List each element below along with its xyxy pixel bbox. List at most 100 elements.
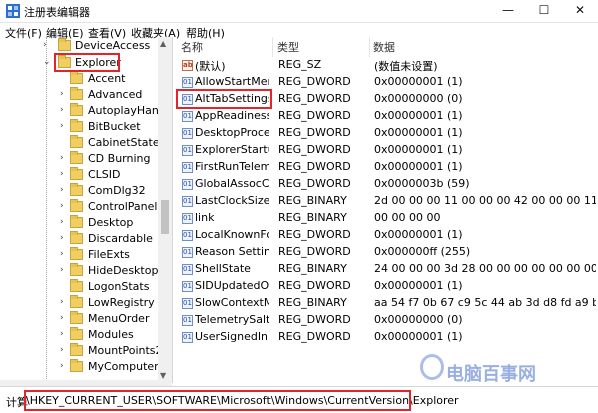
tree-item-cdburning[interactable]: › CD Burning: [0, 151, 158, 167]
expand-arrow-icon[interactable]: ›: [60, 105, 64, 115]
tree-item-fileexts[interactable]: › FileExts: [0, 247, 158, 263]
binary-value-icon: 01: [182, 196, 193, 207]
value-row[interactable]: 01ExplorerStartu... REG_DWORD 0x00000001 (…: [173, 142, 598, 159]
value-row[interactable]: 01FirstRunTelem... REG_DWORD 0x00000001 (1…: [173, 159, 598, 176]
expand-arrow-icon[interactable]: ›: [60, 313, 64, 323]
tree-item-autoplayhandlers[interactable]: › AutoplayHandle: [0, 103, 172, 119]
tree-item-deviceaccess[interactable]: › DeviceAccess: [0, 38, 158, 54]
value-row[interactable]: ab (默认) REG_SZ (数值未设置): [173, 57, 598, 74]
value-row[interactable]: 01SlowContextM... REG_BINARY aa 54 f7 0b 6…: [173, 295, 598, 312]
binary-value-icon: 01: [182, 77, 193, 88]
expand-arrow-icon[interactable]: ›: [60, 185, 64, 195]
tree-item-label: MyComputer: [88, 360, 159, 373]
close-button[interactable]: ✕: [562, 0, 598, 22]
value-name: FirstRunTelem...: [195, 160, 269, 173]
expand-arrow-icon[interactable]: ›: [60, 121, 64, 131]
value-row[interactable]: 01SIDUpdatedO... REG_DWORD 0x00000001 (1): [173, 278, 598, 295]
expand-arrow-icon[interactable]: ›: [60, 297, 64, 307]
tree-item-advanced[interactable]: › Advanced: [0, 87, 158, 103]
expand-arrow-icon[interactable]: ›: [60, 217, 64, 227]
tree-item-label: LowRegistry: [88, 296, 155, 309]
expand-arrow-icon[interactable]: ›: [60, 169, 64, 179]
tree-item-label: CLSID: [88, 168, 121, 181]
value-type: REG_DWORD: [278, 330, 351, 343]
column-separator[interactable]: [369, 37, 370, 57]
tree-item-label: CD Burning: [88, 152, 151, 165]
tree-item-clsid[interactable]: › CLSID: [0, 167, 158, 183]
path-highlight-box: [24, 390, 411, 411]
tree-item-logonstats[interactable]: LogonStats: [0, 279, 158, 295]
tree-item-mycomputer[interactable]: › MyComputer: [0, 359, 159, 375]
tree-item-hidedesktopicons[interactable]: › HideDesktopIc: [0, 263, 168, 279]
value-data: 0x00000000 (0): [374, 92, 463, 105]
value-type: REG_DWORD: [278, 160, 351, 173]
tree-item-label: HideDesktopIc: [88, 264, 168, 277]
value-name: GlobalAssocC...: [195, 177, 269, 190]
folder-icon: [70, 119, 83, 132]
value-row[interactable]: 01 link REG_BINARY 00 00 00 00: [173, 210, 598, 227]
binary-value-icon: 01: [182, 128, 193, 139]
watermark-logo-icon: [420, 354, 444, 380]
value-row[interactable]: 01Reason Setting REG_DWORD 0x000000ff (255…: [173, 244, 598, 261]
collapse-arrow-icon[interactable]: ⌄: [43, 57, 51, 67]
expand-arrow-icon[interactable]: ›: [60, 89, 64, 99]
title-bar: 注册表编辑器 — ☐ ✕: [0, 0, 598, 23]
value-row[interactable]: 01 LastClockSize REG_BINARY 2d 00 00 00 11 …: [173, 193, 598, 210]
expand-arrow-icon[interactable]: ›: [43, 40, 47, 50]
key-tree-pane[interactable]: › DeviceAccess ⌄ Explorer Accent › Advanc…: [0, 37, 173, 383]
expand-arrow-icon[interactable]: ›: [60, 345, 64, 355]
expand-arrow-icon[interactable]: ›: [60, 361, 64, 371]
value-row[interactable]: 01 ShellState REG_BINARY 24 00 00 00 3d 28 …: [173, 261, 598, 278]
value-row[interactable]: 01DesktopProcess REG_DWORD 0x00000001 (1): [173, 125, 598, 142]
expand-arrow-icon[interactable]: ›: [60, 233, 64, 243]
folder-icon: [70, 311, 83, 324]
maximize-button[interactable]: ☐: [526, 0, 562, 22]
value-row[interactable]: 01GlobalAssocC... REG_DWORD 0x0000003b (59…: [173, 176, 598, 193]
value-data: 24 00 00 00 3d 28 00 00 00 00 00 00 00 0…: [374, 262, 596, 275]
minimize-button[interactable]: —: [490, 0, 526, 22]
expand-arrow-icon[interactable]: ›: [60, 265, 64, 275]
column-header-type[interactable]: 类型: [277, 39, 299, 55]
tree-item-mountpoints2[interactable]: › MountPoints2: [0, 343, 163, 359]
expand-arrow-icon[interactable]: ›: [60, 329, 64, 339]
column-header-data[interactable]: 数据: [373, 39, 395, 55]
folder-icon: [70, 263, 83, 276]
tree-item-label: Discardable: [88, 232, 153, 245]
value-type: REG_DWORD: [278, 245, 351, 258]
tree-item-menuorder[interactable]: › MenuOrder: [0, 311, 158, 327]
scroll-down-arrow-icon[interactable]: ▼: [160, 371, 166, 380]
tree-item-accent[interactable]: Accent: [0, 71, 158, 87]
tree-scroll-thumb[interactable]: [161, 200, 169, 234]
column-header-name[interactable]: 名称: [181, 39, 203, 55]
tree-item-controlpanel[interactable]: › ControlPanel: [0, 199, 158, 215]
tree-item-lowregistry[interactable]: › LowRegistry: [0, 295, 158, 311]
expand-arrow-icon[interactable]: ›: [60, 249, 64, 259]
value-row[interactable]: 01AppReadiness... REG_DWORD 0x00000001 (1): [173, 108, 598, 125]
value-type: REG_DWORD: [278, 313, 351, 326]
value-type: REG_DWORD: [278, 92, 351, 105]
window-title: 注册表编辑器: [24, 6, 90, 19]
value-row[interactable]: 01 TelemetrySalt REG_DWORD 0x00000000 (0): [173, 312, 598, 329]
value-name: ExplorerStartu...: [195, 143, 269, 156]
scroll-up-arrow-icon[interactable]: ▲: [160, 39, 166, 48]
binary-value-icon: 01: [182, 247, 193, 258]
tree-item-discardable[interactable]: › Discardable: [0, 231, 158, 247]
expand-arrow-icon[interactable]: ›: [60, 201, 64, 211]
binary-value-icon: 01: [182, 281, 193, 292]
expand-arrow-icon[interactable]: ›: [60, 153, 64, 163]
tree-item-bitbucket[interactable]: › BitBucket: [0, 119, 158, 135]
value-name: SIDUpdatedO...: [195, 279, 269, 292]
column-separator[interactable]: [272, 37, 273, 57]
value-type: REG_BINARY: [278, 194, 347, 207]
tree-item-cabinetstate[interactable]: CabinetState: [0, 135, 160, 151]
tree-item-modules[interactable]: › Modules: [0, 327, 158, 343]
value-row[interactable]: 01 UserSignedIn REG_DWORD 0x00000001 (1): [173, 329, 598, 346]
tree-item-desktop[interactable]: › Desktop: [0, 215, 158, 231]
value-row[interactable]: 01LocalKnownFo... REG_DWORD 0x00000001 (1): [173, 227, 598, 244]
value-name: ShellState: [195, 262, 251, 275]
tree-item-comdlg32[interactable]: › ComDlg32: [0, 183, 158, 199]
binary-value-icon: 01: [182, 111, 193, 122]
value-data: 0x00000001 (1): [374, 126, 463, 139]
folder-icon: [70, 295, 83, 308]
value-data: 0x0000003b (59): [374, 177, 470, 190]
